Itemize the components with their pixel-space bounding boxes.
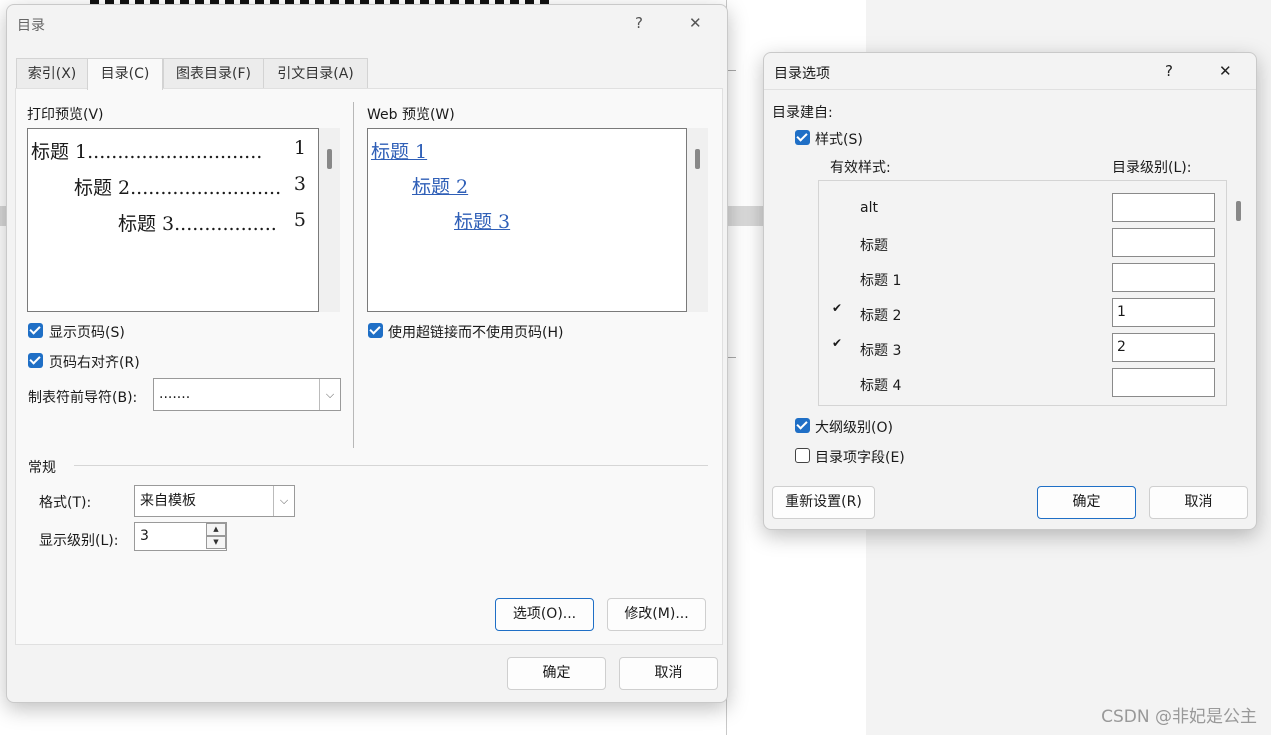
outline-levels-checkbox[interactable] (795, 418, 810, 433)
print-preview-box: 标题 1............................. 1 标题 2… (27, 128, 319, 312)
level-input[interactable] (1112, 228, 1215, 257)
format-select[interactable]: 来自模板 ⌵ (134, 485, 295, 517)
chevron-down-icon[interactable]: ⌵ (273, 486, 294, 516)
options-button[interactable]: 选项(O)... (495, 598, 594, 631)
web-preview-link-2[interactable]: 标题 2 (412, 172, 468, 199)
dialog-title: 目录选项 (774, 66, 830, 82)
print-preview-label: 打印预览(V) (27, 107, 104, 123)
print-preview-scrollbar[interactable] (319, 128, 340, 312)
tab-citations[interactable]: 引文目录(A) (263, 58, 368, 89)
reset-button[interactable]: 重新设置(R) (772, 486, 875, 519)
tab-leader-value: ....... (159, 386, 191, 402)
title-divider (764, 89, 1256, 90)
style-name: alt (860, 200, 878, 216)
right-align-label: 页码右对齐(R) (49, 355, 140, 371)
help-icon[interactable]: ? (1165, 62, 1173, 80)
styles-checkbox[interactable] (795, 130, 810, 145)
help-icon[interactable]: ? (635, 14, 643, 32)
toc-tab-panel: 打印预览(V) 标题 1............................… (15, 88, 723, 645)
scrollbar-thumb[interactable] (327, 149, 332, 169)
print-preview-page-3: 5 (293, 209, 306, 231)
style-name: 标题 (860, 238, 888, 254)
format-label: 格式(T): (39, 495, 92, 511)
toc-dialog: 目录 ? ✕ 索引(X) 目录(C) 图表目录(F) 引文目录(A) 打印预览(… (6, 4, 728, 703)
modify-button[interactable]: 修改(M)... (607, 598, 706, 631)
show-levels-label: 显示级别(L): (39, 533, 119, 549)
tab-figures[interactable]: 图表目录(F) (163, 58, 264, 89)
scrollbar-thumb[interactable] (1236, 201, 1241, 221)
ok-button[interactable]: 确定 (507, 657, 606, 690)
print-preview-line-3: 标题 3................. (118, 213, 277, 235)
use-hyperlinks-label: 使用超链接而不使用页码(H) (388, 325, 564, 341)
print-preview-page-2: 3 (293, 173, 306, 195)
spin-down-icon[interactable]: ▼ (206, 536, 226, 549)
style-name: 标题 4 (860, 378, 902, 394)
cancel-button[interactable]: 取消 (619, 657, 718, 690)
spin-up-icon[interactable]: ▲ (206, 523, 226, 536)
dialog-title: 目录 (17, 18, 45, 34)
toc-fields-checkbox[interactable] (795, 448, 810, 463)
toc-options-dialog: 目录选项 ? ✕ 目录建自: 样式(S) 有效样式: 目录级别(L): alt … (763, 52, 1257, 530)
close-icon[interactable]: ✕ (689, 14, 702, 32)
section-divider (74, 465, 708, 466)
level-input[interactable]: 1 (1112, 298, 1215, 327)
web-preview-link-3[interactable]: 标题 3 (454, 207, 510, 234)
column-divider (353, 102, 354, 448)
style-name: 标题 2 (860, 308, 902, 324)
use-hyperlinks-checkbox[interactable] (368, 323, 383, 338)
right-align-checkbox[interactable] (28, 353, 43, 368)
general-section-label: 常规 (28, 460, 56, 476)
cancel-button[interactable]: 取消 (1149, 486, 1248, 519)
checkmark-icon: ✔ (832, 336, 843, 350)
ok-button[interactable]: 确定 (1037, 486, 1136, 519)
print-preview-line-1: 标题 1............................. (31, 141, 263, 163)
web-preview-scrollbar[interactable] (687, 128, 708, 312)
level-input[interactable] (1112, 263, 1215, 292)
show-levels-value: 3 (140, 528, 149, 544)
scrollbar-thumb[interactable] (695, 149, 700, 169)
checkmark-icon: ✔ (832, 301, 843, 315)
tab-index[interactable]: 索引(X) (16, 58, 88, 89)
level-input[interactable]: 2 (1112, 333, 1215, 362)
tab-leader-select[interactable]: ....... ⌵ (153, 378, 341, 411)
close-icon[interactable]: ✕ (1219, 62, 1232, 80)
outline-levels-label: 大纲级别(O) (815, 420, 893, 436)
show-page-numbers-checkbox[interactable] (28, 323, 43, 338)
show-page-numbers-label: 显示页码(S) (49, 325, 125, 341)
tab-leader-label: 制表符前导符(B): (28, 390, 138, 406)
build-from-label: 目录建自: (772, 105, 833, 121)
toc-level-header: 目录级别(L): (1112, 160, 1192, 176)
format-value: 来自模板 (140, 493, 196, 509)
toc-fields-label: 目录项字段(E) (815, 450, 905, 466)
print-preview-page-1: 1 (293, 137, 306, 159)
chevron-down-icon[interactable]: ⌵ (319, 379, 340, 410)
style-name: 标题 1 (860, 273, 902, 289)
styles-checkbox-label: 样式(S) (815, 132, 863, 148)
web-preview-box: 标题 1 标题 2 标题 3 (367, 128, 687, 312)
level-input[interactable] (1112, 368, 1215, 397)
style-name: 标题 3 (860, 343, 902, 359)
styles-list: alt 标题 标题 1 ✔ 标题 2 1 ✔ 标题 3 2 标题 4 (818, 180, 1227, 406)
level-input[interactable] (1112, 193, 1215, 222)
web-preview-label: Web 预览(W) (367, 107, 455, 123)
print-preview-line-2: 标题 2......................... (74, 177, 282, 199)
available-styles-header: 有效样式: (830, 160, 891, 176)
web-preview-link-1[interactable]: 标题 1 (371, 137, 427, 164)
tab-toc[interactable]: 目录(C) (87, 58, 163, 90)
watermark: CSDN @非妃是公主 (1101, 707, 1257, 727)
